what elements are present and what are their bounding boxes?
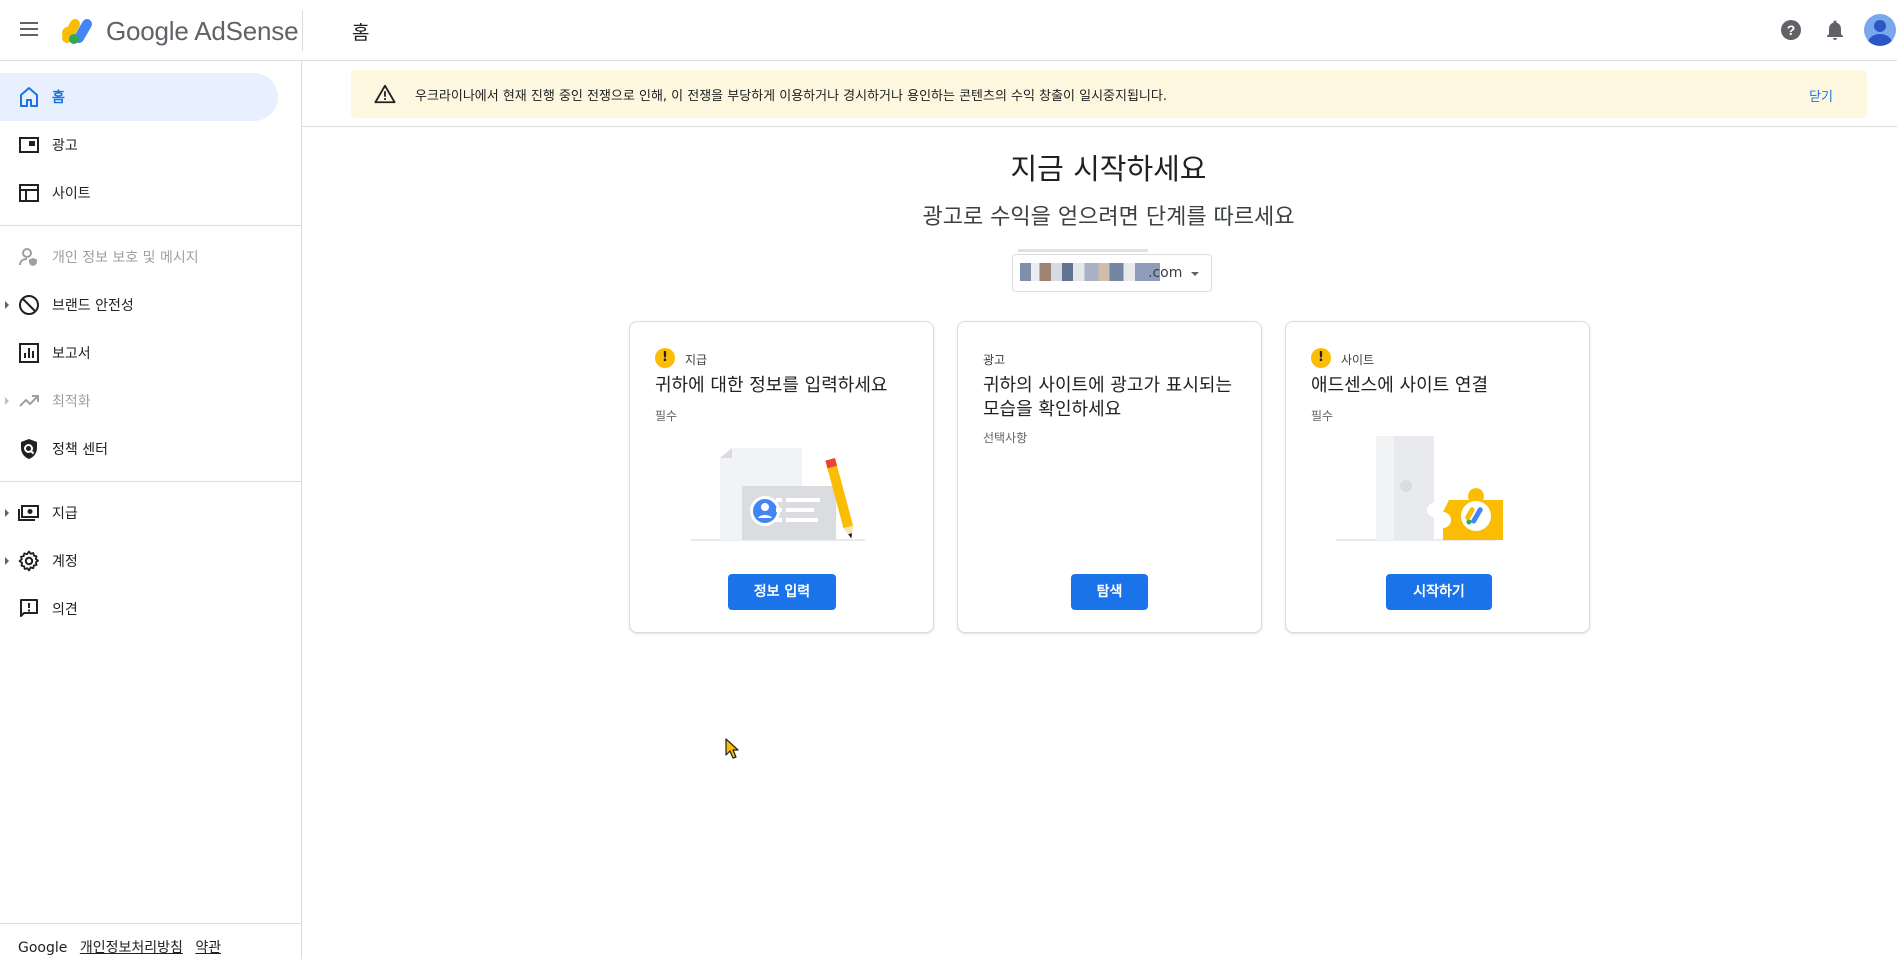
sidebar-item-optimization[interactable]: 최적화 bbox=[0, 377, 278, 425]
card-title: 귀하의 사이트에 광고가 표시되는 모습을 확인하세요 bbox=[983, 375, 1233, 420]
payments-icon bbox=[18, 505, 39, 521]
sidebar-item-label: 브랜드 안전성 bbox=[52, 298, 134, 314]
warning-icon bbox=[374, 84, 396, 104]
sidebar-item-payments[interactable]: 지급 bbox=[0, 489, 278, 537]
expand-caret-icon bbox=[5, 301, 9, 309]
war-notice-banner: 우크라이나에서 현재 진행 중인 전쟁으로 인해, 이 전쟁을 부당하게 이용하… bbox=[351, 70, 1867, 118]
site-select-dropdown[interactable]: .com bbox=[1012, 249, 1212, 292]
svg-text:?: ? bbox=[1787, 22, 1796, 38]
mouse-cursor-icon bbox=[725, 738, 739, 759]
avatar[interactable] bbox=[1864, 14, 1896, 46]
getting-started-subtitle: 광고로 수익을 얻으려면 단계를 따르세요 bbox=[922, 205, 1295, 230]
content-divider bbox=[302, 126, 1897, 127]
sidebar-item-label: 정책 센터 bbox=[52, 442, 108, 458]
sidebar-item-feedback[interactable]: 의견 bbox=[0, 585, 278, 633]
chevron-down-icon bbox=[1191, 272, 1199, 276]
explore-button[interactable]: 탐색 bbox=[1071, 574, 1148, 610]
block-icon bbox=[19, 295, 39, 315]
sidebar-item-label: 의견 bbox=[52, 602, 78, 618]
sidebar-item-account[interactable]: 계정 bbox=[0, 537, 278, 585]
sidebar: 홈 광고 사이트 개인 정보 보호 및 메시지 브랜드 안전성 보고서 최적화 … bbox=[0, 61, 302, 959]
sidebar-item-label: 광고 bbox=[52, 138, 78, 154]
getting-started-title: 지금 시작하세요 bbox=[1010, 152, 1207, 186]
task-card-payments-info: ! 지급 귀하에 대한 정보를 입력하세요 필수 정보 입력 bbox=[629, 321, 934, 633]
top-app-bar: Google AdSense 홈 ? bbox=[0, 0, 1897, 61]
banner-close-button[interactable]: 닫기 bbox=[1809, 86, 1833, 105]
trending-icon bbox=[19, 395, 39, 407]
card-title: 귀하에 대한 정보를 입력하세요 bbox=[655, 375, 888, 396]
menu-icon[interactable] bbox=[17, 18, 41, 42]
home-icon bbox=[20, 87, 38, 107]
ads-icon bbox=[19, 137, 39, 153]
sidebar-item-label: 사이트 bbox=[52, 186, 91, 202]
redacted-site-line bbox=[1018, 249, 1148, 252]
card-category: 광고 bbox=[983, 353, 1006, 367]
site-domain-suffix: .com bbox=[1148, 265, 1183, 281]
sidebar-footer: Google 개인정보처리방침 약관 bbox=[18, 937, 221, 957]
sidebar-item-policy-center[interactable]: 정책 센터 bbox=[0, 425, 278, 473]
sidebar-item-label: 최적화 bbox=[52, 394, 91, 410]
sidebar-item-label: 개인 정보 보호 및 메시지 bbox=[52, 250, 199, 266]
page-title: 홈 bbox=[352, 22, 370, 44]
card-category: 지급 bbox=[685, 353, 708, 367]
redacted-site-name bbox=[1020, 263, 1160, 281]
sidebar-item-label: 지급 bbox=[52, 506, 78, 522]
banner-message: 우크라이나에서 현재 진행 중인 전쟁으로 인해, 이 전쟁을 부당하게 이용하… bbox=[415, 89, 1167, 104]
brand-name: Google AdSense bbox=[106, 16, 299, 46]
privacy-policy-link[interactable]: 개인정보처리방침 bbox=[80, 940, 183, 956]
help-icon[interactable]: ? bbox=[1779, 18, 1803, 42]
task-card-ads-preview: 광고 귀하의 사이트에 광고가 표시되는 모습을 확인하세요 선택사항 탐색 bbox=[957, 321, 1262, 633]
card-title: 애드센스에 사이트 연결 bbox=[1311, 375, 1489, 396]
id-card-illustration bbox=[690, 448, 865, 541]
sidebar-item-label: 보고서 bbox=[52, 346, 91, 362]
sidebar-item-ads[interactable]: 광고 bbox=[0, 121, 278, 169]
privacy-icon bbox=[19, 248, 37, 266]
sidebar-item-brand-safety[interactable]: 브랜드 안전성 bbox=[0, 281, 278, 329]
warning-badge-icon: ! bbox=[655, 348, 675, 368]
footer-brand: Google bbox=[18, 940, 68, 956]
nav-divider bbox=[0, 481, 302, 482]
adsense-logo-icon bbox=[62, 19, 92, 44]
card-requirement: 필수 bbox=[1311, 409, 1334, 423]
puzzle-illustration bbox=[1336, 436, 1503, 541]
expand-caret-icon bbox=[5, 509, 9, 517]
sidebar-item-label: 홈 bbox=[52, 90, 65, 106]
notifications-icon[interactable] bbox=[1823, 18, 1847, 42]
header-divider bbox=[302, 10, 303, 51]
card-requirement: 선택사항 bbox=[983, 431, 1028, 445]
expand-caret-icon bbox=[5, 557, 9, 565]
warning-badge-icon: ! bbox=[1311, 348, 1331, 368]
reports-icon bbox=[19, 343, 39, 363]
sidebar-item-home[interactable]: 홈 bbox=[0, 73, 278, 121]
footer-divider bbox=[0, 923, 302, 924]
feedback-icon bbox=[20, 599, 38, 617]
task-card-connect-site: ! 사이트 애드센스에 사이트 연결 필수 시작하기 bbox=[1285, 321, 1590, 633]
sites-icon bbox=[19, 184, 39, 202]
sidebar-item-privacy[interactable]: 개인 정보 보호 및 메시지 bbox=[0, 233, 278, 281]
gear-icon bbox=[18, 550, 39, 572]
sidebar-item-sites[interactable]: 사이트 bbox=[0, 169, 278, 217]
nav-divider bbox=[0, 225, 302, 226]
sidebar-item-label: 계정 bbox=[52, 554, 78, 570]
enter-info-button[interactable]: 정보 입력 bbox=[728, 574, 836, 610]
policy-icon bbox=[21, 439, 37, 459]
terms-link[interactable]: 약관 bbox=[195, 940, 221, 956]
card-requirement: 필수 bbox=[655, 409, 678, 423]
sidebar-item-reports[interactable]: 보고서 bbox=[0, 329, 278, 377]
card-category: 사이트 bbox=[1341, 353, 1375, 367]
expand-caret-icon bbox=[5, 397, 9, 405]
get-started-button[interactable]: 시작하기 bbox=[1386, 574, 1492, 610]
